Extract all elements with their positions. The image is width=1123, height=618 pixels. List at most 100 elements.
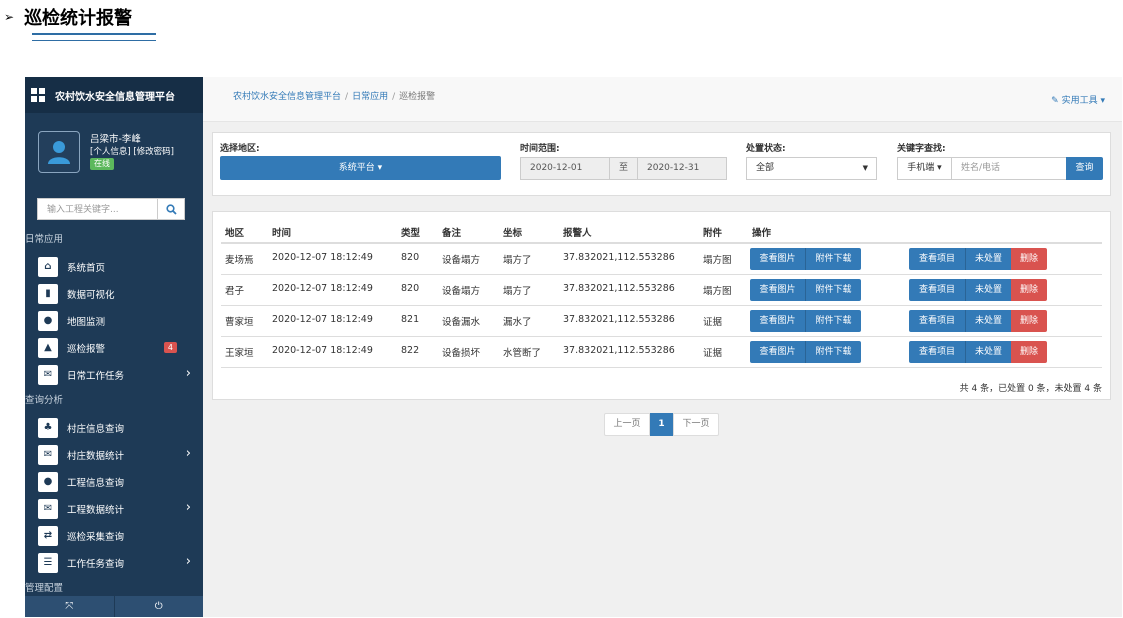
sidebar-item[interactable]: ▲ 巡检报警 4 — [25, 334, 203, 361]
cell-reporter: 37.832021,112.553286 — [563, 252, 675, 263]
keyword-input[interactable]: 姓名/电话 — [951, 157, 1067, 180]
bar-chart-icon: ▮ — [38, 283, 58, 304]
cell-coord: 漏水了 — [503, 317, 532, 328]
prev-page-button[interactable]: 上一页 — [604, 413, 650, 436]
sidebar-item[interactable]: ✉ 工程数据统计 › — [25, 495, 203, 522]
sidebar: 农村饮水安全信息管理平台 吕梁市-李峰 [个人信息] [修改密码] 在线 输入工… — [25, 77, 203, 617]
cell-type: 821 — [401, 314, 420, 325]
wrench-icon: ✎ — [1051, 96, 1059, 106]
region-select-button[interactable]: 系统平台 ▾ — [220, 156, 501, 180]
user-name: 吕梁市-李峰 — [90, 134, 141, 145]
sidebar-search-input[interactable]: 输入工程关键字... — [37, 198, 158, 220]
cell-reporter: 37.832021,112.553286 — [563, 283, 675, 294]
filter-panel: 选择地区: 系统平台 ▾ 时间范围: 2020-12-01 至 2020-12-… — [212, 132, 1111, 196]
sidebar-item-label: 工程数据统计 — [67, 504, 125, 516]
download-attachment-button[interactable]: 附件下载 — [805, 310, 861, 332]
status-select[interactable]: 全部 ▼ — [746, 157, 877, 180]
table-row: 曹家垣 2020-12-07 18:12:49 821 设备漏水 漏水了 37.83202… — [221, 306, 1102, 337]
date-to-input[interactable]: 2020-12-31 — [637, 157, 727, 180]
sidebar-search: 输入工程关键字... — [37, 198, 185, 220]
cell-note: 设备损坏 — [442, 348, 481, 359]
view-image-button[interactable]: 查看图片 — [750, 310, 805, 332]
fullscreen-icon[interactable]: ⤧ — [25, 596, 114, 617]
tasks-icon: ☰ — [38, 552, 58, 573]
chevron-right-icon: › — [185, 500, 191, 515]
status-value: 全部 — [756, 163, 775, 173]
delete-button[interactable]: 删除 — [1011, 248, 1047, 270]
delete-button[interactable]: 删除 — [1011, 279, 1047, 301]
view-project-button[interactable]: 查看项目 — [909, 279, 965, 301]
col-header-coord: 坐标 — [503, 228, 523, 239]
sidebar-menu: 日常应用 ⌂ 系统首页 ▮ 数据可视化 ● 地图监测 ▲ 巡检报警 4 ✉ 日常工作任务 › 查询分析 ♣ 村… — [25, 227, 203, 602]
arrow-bullet-icon: ➢ — [4, 10, 15, 24]
delete-button[interactable]: 删除 — [1011, 341, 1047, 363]
status-button[interactable]: 未处置 — [965, 341, 1011, 363]
view-image-button[interactable]: 查看图片 — [750, 341, 805, 363]
brand-title: 农村饮水安全信息管理平台 — [55, 91, 175, 103]
power-icon[interactable]: ⏻ — [113, 596, 204, 617]
keyword-type-dropdown[interactable]: 手机端 ▾ — [897, 157, 952, 180]
cell-region: 曹家垣 — [225, 317, 254, 328]
caret-down-icon: ▾ — [377, 163, 383, 173]
sidebar-item[interactable]: ✉ 日常工作任务 › — [25, 361, 203, 388]
sidebar-item-label: 日常工作任务 — [67, 370, 125, 382]
download-attachment-button[interactable]: 附件下载 — [805, 341, 861, 363]
warning-icon: ▲ — [38, 337, 58, 358]
breadcrumb: 农村饮水安全信息管理平台 / 日常应用 / 巡检报警 — [233, 92, 436, 102]
query-button[interactable]: 查询 — [1066, 157, 1103, 180]
sidebar-item[interactable]: ⌂ 系统首页 — [25, 253, 203, 280]
breadcrumb-item-daily[interactable]: 日常应用 — [352, 92, 388, 102]
cell-region: 麦场焉 — [225, 255, 254, 266]
sidebar-item-label: 系统首页 — [67, 262, 106, 274]
sidebar-item-label: 工程信息查询 — [67, 477, 125, 489]
sidebar-item[interactable]: ● 工程信息查询 — [25, 468, 203, 495]
view-project-button[interactable]: 查看项目 — [909, 310, 965, 332]
caret-down-icon: ▾ — [1100, 96, 1105, 106]
water-drop-icon: ● — [38, 471, 58, 492]
sidebar-footer: ⤧ ⏻ — [25, 596, 203, 617]
sidebar-item[interactable]: ♣ 村庄信息查询 — [25, 414, 203, 441]
sidebar-item[interactable]: ● 地图监测 — [25, 307, 203, 334]
cell-time: 2020-12-07 18:12:49 — [272, 283, 373, 294]
delete-button[interactable]: 删除 — [1011, 310, 1047, 332]
status-button[interactable]: 未处置 — [965, 279, 1011, 301]
app-window: 农村饮水安全信息管理平台 吕梁市-李峰 [个人信息] [修改密码] 在线 输入工… — [25, 77, 1122, 617]
chevron-right-icon: › — [185, 446, 191, 461]
sidebar-item[interactable]: ▮ 数据可视化 — [25, 280, 203, 307]
sidebar-item[interactable]: ⇄ 巡检采集查询 — [25, 522, 203, 549]
page-1-button[interactable]: 1 — [650, 413, 673, 436]
tools-dropdown[interactable]: ✎ 实用工具 ▾ — [1051, 93, 1105, 106]
view-image-button[interactable]: 查看图片 — [750, 248, 805, 270]
keyword-label: 关键字查找: — [897, 144, 946, 154]
col-header-note: 备注 — [442, 228, 462, 239]
next-page-button[interactable]: 下一页 — [673, 413, 719, 436]
cell-type: 822 — [401, 345, 420, 356]
user-links[interactable]: [个人信息] [修改密码] — [90, 146, 174, 158]
breadcrumb-item-platform[interactable]: 农村饮水安全信息管理平台 — [233, 92, 341, 102]
cell-region: 君子 — [225, 286, 245, 297]
status-button[interactable]: 未处置 — [965, 248, 1011, 270]
view-project-button[interactable]: 查看项目 — [909, 341, 965, 363]
region-label: 选择地区: — [220, 144, 260, 154]
sidebar-search-button[interactable] — [158, 198, 185, 220]
sidebar-item-label: 巡检采集查询 — [67, 531, 125, 543]
status-button[interactable]: 未处置 — [965, 310, 1011, 332]
pagination: 上一页 1 下一页 — [604, 413, 719, 436]
date-from-input[interactable]: 2020-12-01 — [520, 157, 610, 180]
download-attachment-button[interactable]: 附件下载 — [805, 248, 861, 270]
sidebar-item[interactable]: ✉ 村庄数据统计 › — [25, 441, 203, 468]
sidebar-item[interactable]: ☰ 工作任务查询 › — [25, 549, 203, 576]
download-attachment-button[interactable]: 附件下载 — [805, 279, 861, 301]
cell-coord: 塌方了 — [503, 286, 532, 297]
avatar[interactable] — [38, 131, 80, 173]
main-content: 农村饮水安全信息管理平台 / 日常应用 / 巡检报警 ✎ 实用工具 ▾ 选择地区: 系统… — [203, 77, 1122, 617]
alarm-count-badge: 4 — [163, 342, 177, 353]
cell-coord: 水管断了 — [503, 348, 542, 359]
view-image-button[interactable]: 查看图片 — [750, 279, 805, 301]
col-header-type: 类型 — [401, 228, 421, 239]
view-project-button[interactable]: 查看项目 — [909, 248, 965, 270]
tree-icon: ♣ — [38, 417, 58, 438]
cell-attachment: 证据 — [703, 317, 723, 328]
col-header-region: 地区 — [225, 228, 245, 239]
sidebar-section-heading: 日常应用 — [25, 234, 64, 245]
